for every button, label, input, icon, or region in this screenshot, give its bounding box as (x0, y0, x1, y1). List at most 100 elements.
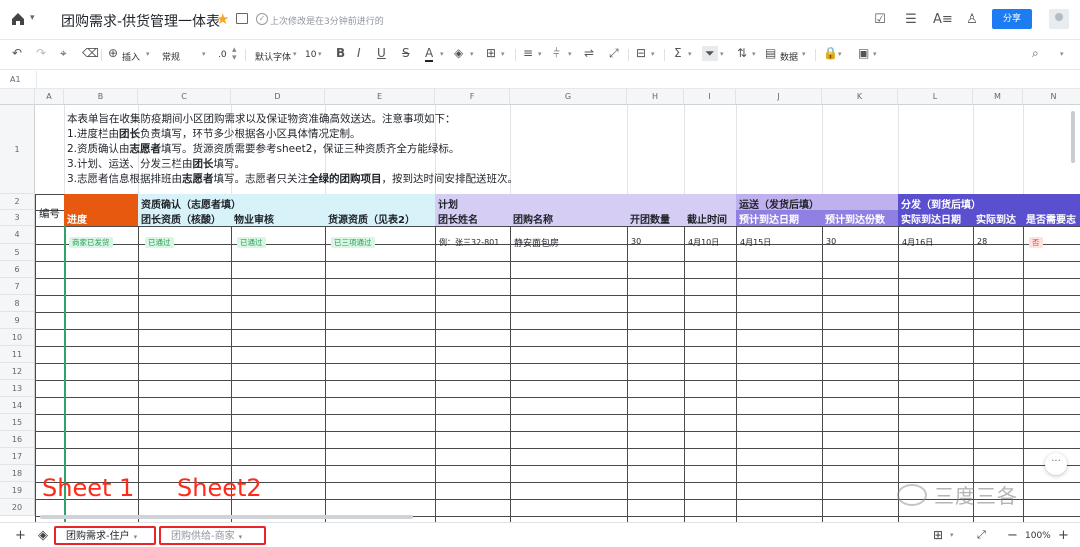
merge-cells-icon[interactable]: ⊟ (636, 46, 646, 60)
column-title-g[interactable]: 团购名称 (510, 211, 553, 226)
merge-cells-caret-icon[interactable]: ▾ (651, 50, 655, 58)
font-color-caret-icon[interactable]: ▾ (440, 50, 444, 58)
progress-header[interactable]: 进度 (64, 211, 87, 226)
row-header-16[interactable]: 16 (0, 431, 35, 448)
property-review-badge[interactable]: 已通过 (237, 237, 266, 248)
home-menu-caret-icon[interactable]: ▾ (30, 13, 35, 23)
view-mode-caret-icon[interactable]: ▾ (950, 531, 954, 539)
plan-group-header[interactable]: 计划 (435, 196, 458, 211)
filter-icon[interactable]: ⏷ (702, 46, 718, 61)
row-header-10[interactable]: 10 (0, 329, 35, 346)
font-size-caret-icon[interactable]: ▾ (318, 50, 322, 58)
sheet-tab-1[interactable]: 团购需求-住户 ▾ (54, 526, 156, 545)
column-title-h[interactable]: 开团数量 (627, 211, 670, 226)
row-header-13[interactable]: 13 (0, 380, 35, 397)
row-header-20[interactable]: 20 (0, 499, 35, 516)
font-color-icon[interactable]: A (425, 46, 434, 62)
column-title-i[interactable]: 截止时间 (684, 211, 727, 226)
insert-image-caret-icon[interactable]: ▾ (873, 50, 877, 58)
bold-icon[interactable]: B (336, 46, 345, 60)
shipping-group-header[interactable]: 运送（发货后填） (736, 196, 819, 211)
row-header-1[interactable]: 1 (0, 105, 35, 194)
clear-format-icon[interactable]: ⌫ (82, 46, 99, 60)
column-header-e[interactable]: E (325, 89, 435, 105)
data-menu-caret-icon[interactable]: ▾ (802, 50, 806, 58)
vertical-align-caret-icon[interactable]: ▾ (568, 50, 572, 58)
sum-icon[interactable]: Σ (674, 46, 682, 60)
source-qualification-badge[interactable]: 已三项通过 (331, 237, 375, 248)
sort-caret-icon[interactable]: ▾ (752, 50, 756, 58)
group-buy-name-cell[interactable]: 静安面包房 (511, 236, 559, 249)
undo-icon[interactable]: ↶ (12, 46, 22, 60)
row-header-18[interactable]: 18 (0, 465, 35, 482)
lock-icon[interactable]: 🔒 (823, 46, 838, 60)
column-title-d[interactable]: 物业审核 (231, 211, 274, 226)
number-format-caret-icon[interactable]: ▾ (202, 50, 206, 58)
select-all-corner[interactable] (0, 89, 35, 105)
horizontal-align-caret-icon[interactable]: ▾ (538, 50, 542, 58)
fill-color-caret-icon[interactable]: ▾ (470, 50, 474, 58)
row-header-14[interactable]: 14 (0, 397, 35, 414)
column-title-m[interactable]: 实际到达 (973, 211, 1016, 226)
column-header-j[interactable]: J (736, 89, 822, 105)
id-header[interactable]: 编号 (36, 206, 60, 221)
strikethrough-icon[interactable]: S (402, 46, 410, 60)
row-header-19[interactable]: 19 (0, 482, 35, 499)
column-header-n[interactable]: N (1023, 89, 1080, 105)
column-title-f[interactable]: 团长姓名 (435, 211, 478, 226)
row-header-8[interactable]: 8 (0, 295, 35, 312)
redo-icon[interactable]: ↷ (36, 46, 46, 60)
progress-status-badge[interactable]: 商家已发货 (69, 237, 113, 248)
lock-caret-icon[interactable]: ▾ (838, 50, 842, 58)
italic-icon[interactable]: I (357, 46, 361, 60)
row-header-15[interactable]: 15 (0, 414, 35, 431)
collaborator-icon[interactable]: ♙ (963, 11, 981, 29)
decimal-stepper-icon[interactable]: ▴ ▾ (232, 46, 237, 63)
fill-color-icon[interactable]: ◈ (454, 46, 463, 60)
column-header-a[interactable]: A (35, 89, 64, 105)
view-mode-icon[interactable]: ⊞ (933, 528, 943, 542)
zoom-in-icon[interactable]: + (1058, 528, 1069, 543)
column-title-j[interactable]: 预计到达日期 (736, 211, 799, 226)
borders-caret-icon[interactable]: ▾ (501, 50, 505, 58)
task-check-icon[interactable]: ☑ (871, 11, 889, 29)
order-quantity-cell[interactable]: 30 (628, 237, 641, 246)
zoom-out-icon[interactable]: − (1007, 528, 1018, 543)
format-painter-icon[interactable]: ⌖ (60, 46, 67, 61)
add-sheet-icon[interactable]: + (15, 528, 26, 543)
column-header-b[interactable]: B (64, 89, 138, 105)
sheet-tab-2[interactable]: 团购供给-商家 ▾ (159, 526, 266, 545)
row-header-6[interactable]: 6 (0, 261, 35, 278)
data-menu-button[interactable]: 数据 (780, 50, 798, 63)
row-header-5[interactable]: 5 (0, 244, 35, 261)
column-title-n[interactable]: 是否需要志 (1023, 211, 1076, 226)
actual-arrival-count-cell[interactable]: 28 (974, 237, 987, 246)
column-header-m[interactable]: M (973, 89, 1023, 105)
expected-arrival-date-cell[interactable]: 4月15日 (737, 237, 771, 248)
font-size-select[interactable]: 10 (305, 50, 316, 60)
zoom-level[interactable]: 100% (1025, 531, 1051, 541)
font-family-select[interactable]: 默认字体 (255, 50, 291, 63)
sum-caret-icon[interactable]: ▾ (688, 50, 692, 58)
decimal-button[interactable]: .0 (218, 50, 227, 60)
row-header-7[interactable]: 7 (0, 278, 35, 295)
need-volunteer-badge[interactable]: 否 (1029, 237, 1043, 248)
actual-arrival-date-cell[interactable]: 4月16日 (899, 237, 933, 248)
column-header-k[interactable]: K (822, 89, 898, 105)
underline-icon[interactable]: U (377, 46, 386, 60)
column-title-k[interactable]: 预计到达份数 (822, 211, 885, 226)
spreadsheet-grid[interactable]: ABCDEFGHIJKLMN 1 2 3 4 5 6 7 8 9 10 11 12 13 14 15 16 17… (0, 89, 1080, 522)
qualification-group-header[interactable]: 资质确认（志愿者填） (138, 196, 241, 211)
row-header-17[interactable]: 17 (0, 448, 35, 465)
cell-reference[interactable]: A1 (10, 75, 21, 84)
insert-caret-icon[interactable]: ▾ (146, 50, 150, 58)
leader-qualification-badge[interactable]: 已通过 (145, 237, 174, 248)
horizontal-scrollbar[interactable] (40, 515, 413, 519)
column-title-e[interactable]: 货源资质（见表2） (325, 211, 415, 226)
column-header-d[interactable]: D (231, 89, 325, 105)
sheet-list-icon[interactable]: ◈ (38, 528, 48, 543)
row-header-4[interactable]: 4 (0, 226, 35, 244)
row-header-12[interactable]: 12 (0, 363, 35, 380)
row-header-9[interactable]: 9 (0, 312, 35, 329)
number-format-select[interactable]: 常规 (162, 50, 180, 63)
